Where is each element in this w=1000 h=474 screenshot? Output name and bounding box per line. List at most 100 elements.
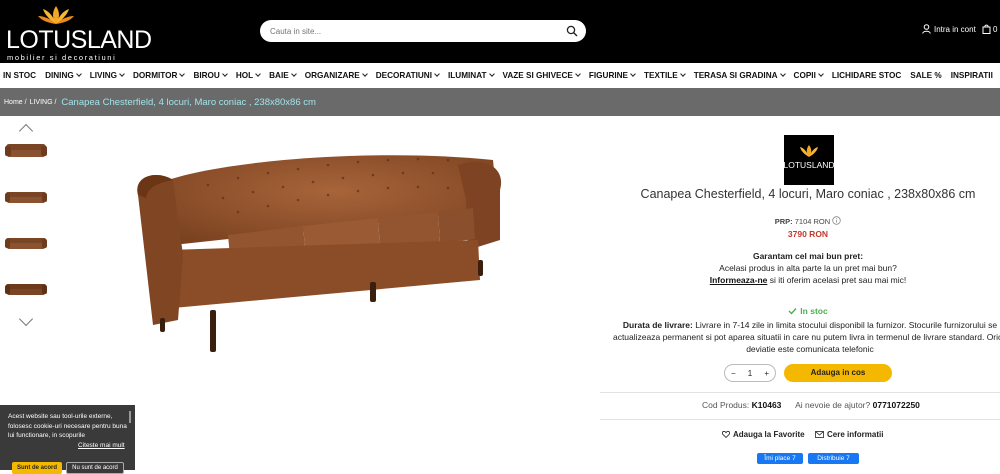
logo-tagline: mobilier si decoratiuni [7, 53, 117, 62]
facebook-share-button[interactable]: Distribuie 7 [808, 453, 859, 464]
cookie-scrollbar[interactable] [129, 411, 131, 423]
product-code-value: K10463 [751, 400, 782, 410]
nav-item-inspiratii[interactable]: INSPIRATII [951, 71, 993, 80]
nav-item-label: VAZE SI GHIVECE [502, 71, 573, 80]
product-code-row: Cod Produs: K10463 Ai nevoie de ajutor? … [702, 400, 920, 410]
facebook-like-button[interactable]: Îmi place 7 [757, 453, 803, 464]
product-title: Canapea Chesterfield, 4 locuri, Maro con… [640, 187, 976, 201]
add-to-favorites-button[interactable]: Adauga la Favorite [722, 430, 805, 439]
breadcrumb-current: Canapea Chesterfield, 4 locuri, Maro con… [61, 96, 316, 108]
price-guarantee-text: Acelasi produs in alta parte la un pret … [719, 263, 897, 273]
chevron-down-icon [779, 71, 786, 77]
nav-item-terasa-si-gradina[interactable]: TERASA SI GRADINA [693, 71, 786, 80]
nav-item-label: ILUMINAT [448, 71, 487, 80]
nav-item-in-stoc[interactable]: IN STOC [3, 71, 36, 80]
main-navigation: IN STOC DINING LIVING DORMITOR BIROU HOL BAIE O… [0, 63, 1000, 88]
nav-item-hol[interactable]: HOL [235, 71, 261, 80]
chevron-down-icon[interactable] [18, 311, 34, 327]
divider [600, 419, 1000, 420]
nav-item-baie[interactable]: BAIE [269, 71, 297, 80]
nav-item-dining[interactable]: DINING [45, 71, 82, 80]
product-code-label: Cod Produs: [702, 400, 750, 410]
nav-item-label: COPII [793, 71, 816, 80]
product-main-image[interactable] [128, 140, 518, 360]
quantity-increase-button[interactable]: + [764, 369, 769, 378]
add-to-cart-button[interactable]: Adauga in cos [784, 364, 892, 382]
nav-item-living[interactable]: LIVING [89, 71, 125, 80]
nav-item-birou[interactable]: BIROU [193, 71, 228, 80]
favorites-label: Adauga la Favorite [733, 430, 805, 439]
cookie-read-more-link[interactable]: Citeste mai mult [78, 441, 127, 451]
breadcrumb-home[interactable]: Home / [4, 99, 27, 106]
thumbnail-3[interactable] [4, 228, 48, 256]
chevron-down-icon [434, 71, 440, 77]
top-header: LOTUSLAND mobilier si decoratiuni Intra … [0, 0, 1000, 63]
nav-item-textile[interactable]: TEXTILE [644, 71, 686, 80]
nav-item-label: DORMITOR [133, 71, 178, 80]
chevron-down-icon [488, 71, 495, 77]
chevron-down-icon [179, 71, 186, 77]
price-guarantee-cta: Informeaza-ne si iti oferim acelasi pret… [600, 275, 1000, 285]
lotus-logo-icon [38, 6, 74, 24]
quantity-stepper[interactable]: − 1 + [724, 364, 776, 382]
nav-item-label: LIVING [89, 71, 118, 80]
nav-item-label: LICHIDARE STOC [831, 71, 902, 80]
nav-item-vaze-si-ghivece[interactable]: VAZE SI GHIVECE [502, 71, 581, 80]
thumbnail-2[interactable] [4, 182, 48, 210]
nav-item-label: BIROU [193, 71, 220, 80]
prp-value: 7104 RON [794, 217, 831, 226]
nav-item-iluminat[interactable]: ILUMINAT [448, 71, 495, 80]
chevron-down-icon [361, 71, 368, 77]
chevron-down-icon [679, 71, 686, 77]
stock-label: In stoc [800, 306, 828, 316]
help-phone[interactable]: 0771072250 [873, 400, 920, 410]
chevron-down-icon [818, 71, 824, 77]
thumbnail-1[interactable] [4, 136, 48, 164]
nav-item-label: TERASA SI GRADINA [693, 71, 778, 80]
nav-item-lichidare-stoc[interactable]: LICHIDARE STOC [832, 71, 901, 80]
cookie-banner: Acest website sau tool-urile externe, fo… [0, 405, 135, 474]
info-icon[interactable] [832, 216, 841, 225]
search-box[interactable] [260, 20, 586, 42]
price-guarantee-cta-text: si iti oferim acelasi pret sau mai mic! [767, 275, 907, 285]
cart-count: 0 [993, 24, 998, 34]
nav-item-label: HOL [235, 71, 254, 80]
chevron-down-icon [575, 71, 581, 77]
chevron-down-icon [75, 71, 82, 77]
request-info-label: Cere informatii [827, 430, 884, 439]
chevron-down-icon [630, 71, 636, 77]
search-icon[interactable] [566, 25, 578, 37]
cookie-accept-button[interactable]: Sunt de acord [12, 462, 62, 474]
nav-item-dormitor[interactable]: DORMITOR [133, 71, 186, 80]
sale-price: 3790 RON [787, 229, 829, 239]
nav-item-organizare[interactable]: ORGANIZARE [305, 71, 368, 80]
nav-item-decoratiuni[interactable]: DECORATIUNI [375, 71, 440, 80]
nav-item-label: IN STOC [3, 71, 37, 80]
nav-item-figurine[interactable]: FIGURINE [589, 71, 636, 80]
user-icon [922, 24, 931, 34]
envelope-icon [815, 431, 824, 438]
inform-us-link[interactable]: Informeaza-ne [710, 275, 768, 285]
nav-item-label: INSPIRATII [950, 71, 993, 80]
cart-link[interactable]: 0 [982, 24, 997, 34]
account-label: Intra in cont [934, 24, 976, 34]
nav-item-label: DECORATIUNI [375, 71, 432, 80]
thumbnail-4[interactable] [4, 274, 48, 302]
site-logo[interactable]: LOTUSLAND mobilier si decoratiuni [6, 4, 152, 62]
prp-label: PRP: [774, 217, 793, 226]
nav-item-copii[interactable]: COPII [793, 71, 824, 80]
cookie-deny-button[interactable]: Nu sunt de acord [66, 462, 124, 474]
search-input[interactable] [270, 23, 550, 39]
brand-logo: LOTUSLAND [783, 135, 835, 185]
account-link[interactable]: Intra in cont [922, 24, 976, 34]
quantity-decrease-button[interactable]: − [731, 369, 736, 378]
breadcrumb-living[interactable]: LIVING / [30, 99, 57, 106]
quantity-value[interactable]: 1 [748, 369, 752, 378]
nav-item-sale[interactable]: SALE % [910, 71, 941, 80]
nav-item-label: BAIE [269, 71, 289, 80]
request-info-button[interactable]: Cere informatii [815, 430, 883, 439]
chevron-down-icon [290, 71, 297, 77]
recommended-price: PRP: 7104 RON [600, 216, 1000, 226]
shopping-bag-icon [982, 24, 991, 34]
help-label: Ai nevoie de ajutor? [795, 400, 871, 410]
